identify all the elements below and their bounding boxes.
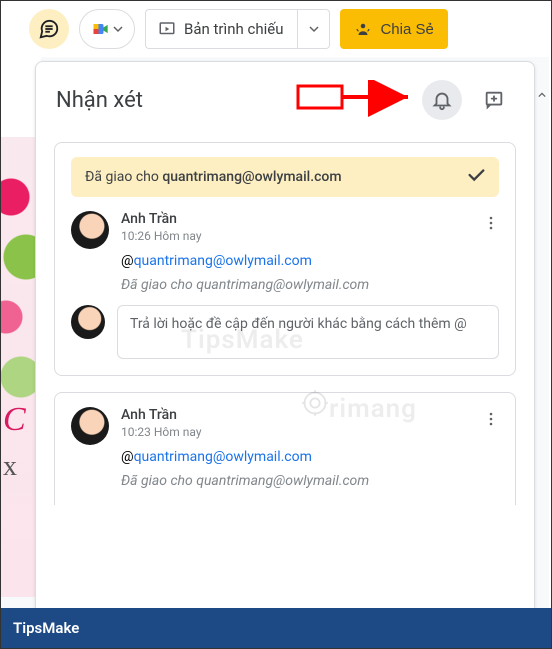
footer-label: TipsMake <box>13 619 79 637</box>
comment-timestamp: 10:26 Hôm nay <box>121 229 499 243</box>
comment-author: Anh Trần <box>121 407 499 423</box>
present-dropdown-button[interactable] <box>298 9 330 49</box>
avatar <box>71 305 105 339</box>
comments-panel: Nhận xét Đã giao cho quantrimang@owlymai… <box>35 61 535 608</box>
caret-down-icon <box>113 24 123 34</box>
assigned-email: quantrimang@owlymail.com <box>162 169 341 185</box>
source-footer: TipsMake <box>1 608 551 648</box>
bell-icon <box>431 89 453 111</box>
present-button[interactable]: Bản trình chiếu <box>145 9 298 49</box>
caret-down-icon <box>309 24 319 34</box>
mention-at: @ <box>121 449 134 465</box>
more-options-button[interactable] <box>479 211 503 235</box>
share-person-icon <box>354 20 372 38</box>
comment-timestamp: 10:23 Hôm nay <box>121 425 499 439</box>
mention-link[interactable]: quantrimang@owlymail.com <box>134 449 312 465</box>
more-options-button[interactable] <box>479 407 503 431</box>
chevron-up-icon <box>538 90 546 100</box>
more-vertical-icon <box>483 215 499 231</box>
panel-header: Nhận xét <box>36 62 534 130</box>
assigned-banner: Đã giao cho quantrimang@owlymail.com <box>71 157 499 197</box>
comment-body: @quantrimang@owlymail.com <box>121 449 499 465</box>
panel-title: Nhận xét <box>56 88 410 113</box>
avatar <box>71 211 109 249</box>
bg-letter: C <box>3 401 26 439</box>
comment-card: Anh Trần 10:23 Hôm nay @quantrimang@owly… <box>54 392 516 505</box>
assigned-prefix: Đã giao cho <box>85 169 162 185</box>
comment-author: Anh Trần <box>121 211 499 227</box>
resolve-button[interactable] <box>465 164 487 190</box>
meet-icon <box>91 19 111 39</box>
share-label: Chia Sẻ <box>380 21 433 38</box>
present-label: Bản trình chiếu <box>184 20 283 38</box>
comment-body: @quantrimang@owlymail.com <box>121 253 499 269</box>
comment-history-button[interactable] <box>29 9 69 49</box>
comment-bubble-icon <box>38 18 60 40</box>
assigned-line: Đã giao cho quantrimang@owlymail.com <box>121 473 499 489</box>
comment-thread: Anh Trần 10:23 Hôm nay @quantrimang@owly… <box>71 407 499 489</box>
comment-thread: Anh Trần 10:26 Hôm nay @quantrimang@owly… <box>71 211 499 293</box>
mention-at: @ <box>121 253 134 269</box>
panel-body[interactable]: Đã giao cho quantrimang@owlymail.com Anh… <box>36 130 534 608</box>
assigned-line: Đã giao cho quantrimang@owlymail.com <box>121 277 499 293</box>
reply-input[interactable]: Trả lời hoặc đề cập đến người khác bằng … <box>117 305 499 359</box>
top-toolbar: Bản trình chiếu Chia Sẻ <box>1 1 549 57</box>
avatar <box>71 407 109 445</box>
notifications-button[interactable] <box>422 80 462 120</box>
meet-button[interactable] <box>79 9 135 49</box>
scroll-up-indicator[interactable] <box>538 87 546 103</box>
mention-link[interactable]: quantrimang@owlymail.com <box>134 253 312 269</box>
present-icon <box>158 20 176 38</box>
share-button[interactable]: Chia Sẻ <box>340 9 447 49</box>
reply-placeholder: Trả lời hoặc đề cập đến người khác bằng … <box>130 316 467 332</box>
new-comment-button[interactable] <box>474 80 514 120</box>
bg-letter: x <box>3 451 17 483</box>
check-icon <box>465 164 487 186</box>
comment-card: Đã giao cho quantrimang@owlymail.com Anh… <box>54 142 516 376</box>
reply-row: Trả lời hoặc đề cập đến người khác bằng … <box>71 305 499 359</box>
new-comment-icon <box>483 89 505 111</box>
more-vertical-icon <box>483 411 499 427</box>
